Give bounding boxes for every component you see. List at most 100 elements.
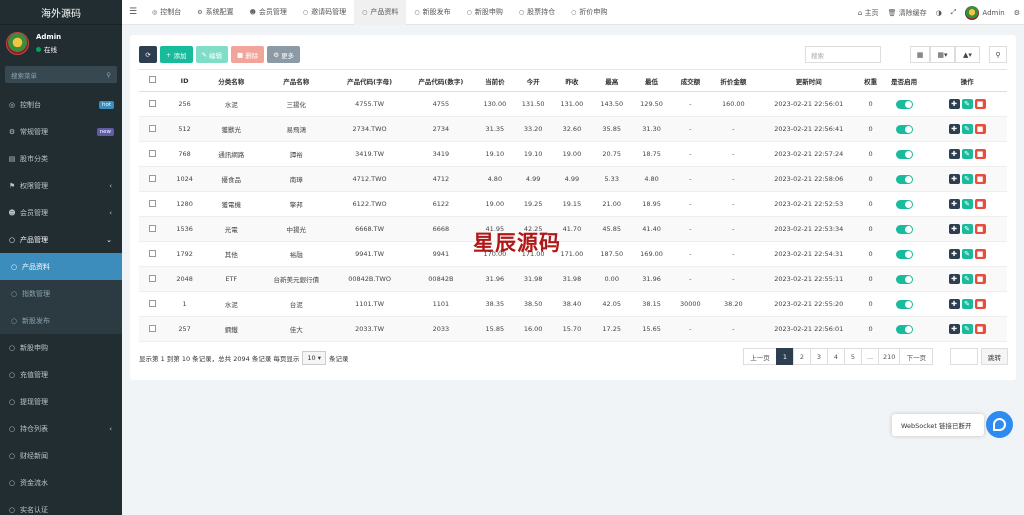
refresh-button[interactable]: ⟳ — [139, 46, 157, 63]
pencil-icon[interactable]: ✎ — [961, 299, 973, 309]
sidebar-item[interactable]: ○ 产品管理 ⌄ — [0, 226, 122, 253]
edit-button[interactable]: ✎ 编辑 — [195, 46, 229, 63]
select-all-checkbox[interactable] — [149, 76, 157, 83]
drag-icon[interactable]: ✚ — [948, 199, 960, 209]
nav-tab[interactable]: ○ 产品资料 — [354, 0, 407, 25]
row-checkbox[interactable] — [149, 224, 157, 232]
nav-tab[interactable]: ○ 折价申购 — [563, 0, 615, 25]
sidebar-item[interactable]: ○ 新股申购 — [0, 334, 122, 361]
nav-tab[interactable]: ◎ 控制台 — [144, 0, 189, 25]
jump-button[interactable]: 跳转 — [981, 348, 1008, 365]
nav-tab[interactable]: ☻ 会员管理 — [242, 0, 295, 25]
sidebar-item[interactable]: ◎ 控制台 hot — [0, 91, 122, 118]
sidebar-item[interactable]: ○ 财经新闻 — [0, 442, 122, 469]
pencil-icon[interactable]: ✎ — [961, 99, 973, 109]
sidebar-item[interactable]: ○ 产品资料 — [0, 253, 122, 280]
sidebar-item[interactable]: ○ 持仓列表 ‹ — [0, 415, 122, 442]
sidebar-item[interactable]: ○ 充值管理 — [0, 361, 122, 388]
table-search-input[interactable]: 搜索 — [805, 46, 881, 63]
row-checkbox[interactable] — [149, 99, 157, 107]
pencil-icon[interactable]: ✎ — [961, 224, 973, 234]
settings-icon[interactable]: ⚙ — [1014, 9, 1020, 17]
drag-icon[interactable]: ✚ — [948, 274, 960, 284]
pencil-icon[interactable]: ✎ — [961, 149, 973, 159]
pencil-icon[interactable]: ✎ — [961, 124, 973, 134]
trash-icon[interactable]: ■ — [974, 199, 986, 209]
trash-icon[interactable]: ■ — [974, 324, 986, 334]
page-button[interactable]: 2 — [793, 348, 811, 365]
columns-icon[interactable]: ▦▾ — [930, 46, 955, 63]
row-checkbox[interactable] — [149, 249, 157, 257]
fullscreen-icon[interactable]: ⤢ — [951, 8, 957, 17]
drag-icon[interactable]: ✚ — [948, 149, 960, 159]
trash-icon[interactable]: ■ — [974, 224, 986, 234]
row-checkbox[interactable] — [149, 299, 157, 307]
toggle-view-icon[interactable]: ▦ — [910, 46, 930, 63]
next-page-button[interactable]: 下一页 — [899, 348, 934, 365]
drag-icon[interactable]: ✚ — [948, 99, 960, 109]
sidebar-item[interactable]: ○ 新股发布 — [0, 307, 122, 334]
admin-menu[interactable]: Admin — [965, 5, 1005, 20]
page-button[interactable]: 4 — [827, 348, 845, 365]
trash-icon[interactable]: ■ — [974, 174, 986, 184]
clear-cache-button[interactable]: 🗑 清除缓存 — [888, 8, 927, 18]
prev-page-button[interactable]: 上一页 — [743, 348, 777, 365]
enabled-toggle[interactable] — [895, 149, 913, 159]
nav-tab[interactable]: ○ 邀请码管理 — [295, 0, 354, 25]
nav-tab[interactable]: ○ 股票持仓 — [511, 0, 563, 25]
delete-button[interactable]: ■ 删除 — [231, 46, 265, 63]
brand-logo[interactable]: 海外源码 — [0, 0, 122, 25]
drag-icon[interactable]: ✚ — [948, 124, 960, 134]
enabled-toggle[interactable] — [895, 124, 913, 134]
page-size-select[interactable]: 10 ▾ — [302, 351, 327, 365]
enabled-toggle[interactable] — [895, 99, 913, 109]
pencil-icon[interactable]: ✎ — [961, 324, 973, 334]
sidebar-item[interactable]: ⚙ 常规管理 new — [0, 118, 122, 145]
pencil-icon[interactable]: ✎ — [961, 174, 973, 184]
export-icon[interactable]: ▲▾ — [955, 46, 980, 63]
nav-tab[interactable]: ⚙ 系统配置 — [189, 0, 241, 25]
enabled-toggle[interactable] — [895, 199, 913, 209]
drag-icon[interactable]: ✚ — [948, 299, 960, 309]
enabled-toggle[interactable] — [895, 299, 913, 309]
enabled-toggle[interactable] — [895, 324, 913, 334]
chat-bubble-icon[interactable] — [986, 411, 1013, 438]
sidebar-item[interactable]: ○ 实名认证 — [0, 496, 122, 515]
enabled-toggle[interactable] — [895, 174, 913, 184]
enabled-toggle[interactable] — [895, 249, 913, 259]
page-button[interactable]: 1 — [776, 348, 794, 365]
row-checkbox[interactable] — [149, 274, 157, 282]
row-checkbox[interactable] — [149, 149, 157, 157]
page-button[interactable]: 5 — [844, 348, 862, 365]
sidebar-item[interactable]: ○ 资金流水 — [0, 469, 122, 496]
more-button[interactable]: ⚙ 更多 — [267, 46, 301, 63]
search-toggle-icon[interactable]: ⚲ — [989, 46, 1007, 63]
select-all-header[interactable] — [139, 69, 167, 92]
trash-icon[interactable]: ■ — [974, 274, 986, 284]
enabled-toggle[interactable] — [895, 274, 913, 284]
trash-icon[interactable]: ■ — [974, 299, 986, 309]
row-checkbox[interactable] — [149, 199, 157, 207]
nav-tab[interactable]: ○ 新股发布 — [406, 0, 458, 25]
trash-icon[interactable]: ■ — [974, 249, 986, 259]
menu-toggle-icon[interactable]: ☰ — [122, 7, 144, 17]
sidebar-item[interactable]: ▤ 股市分类 — [0, 145, 122, 172]
home-link[interactable]: ⌂ 主页 — [858, 8, 879, 18]
pencil-icon[interactable]: ✎ — [961, 199, 973, 209]
jump-page-input[interactable] — [950, 348, 978, 365]
drag-icon[interactable]: ✚ — [948, 174, 960, 184]
pencil-icon[interactable]: ✎ — [961, 249, 973, 259]
drag-icon[interactable]: ✚ — [948, 224, 960, 234]
drag-icon[interactable]: ✚ — [948, 324, 960, 334]
nav-tab[interactable]: ○ 新股申购 — [459, 0, 511, 25]
sidebar-item[interactable]: ○ 指数管理 — [0, 280, 122, 307]
pencil-icon[interactable]: ✎ — [961, 274, 973, 284]
sidebar-search-input[interactable]: 搜索菜单 ⚲ — [5, 66, 117, 83]
trash-icon[interactable]: ■ — [974, 124, 986, 134]
row-checkbox[interactable] — [149, 124, 157, 132]
enabled-toggle[interactable] — [895, 224, 913, 234]
page-button[interactable]: 3 — [810, 348, 828, 365]
page-button[interactable]: 210 — [878, 348, 901, 365]
row-checkbox[interactable] — [149, 174, 157, 182]
trash-icon[interactable]: ■ — [974, 99, 986, 109]
